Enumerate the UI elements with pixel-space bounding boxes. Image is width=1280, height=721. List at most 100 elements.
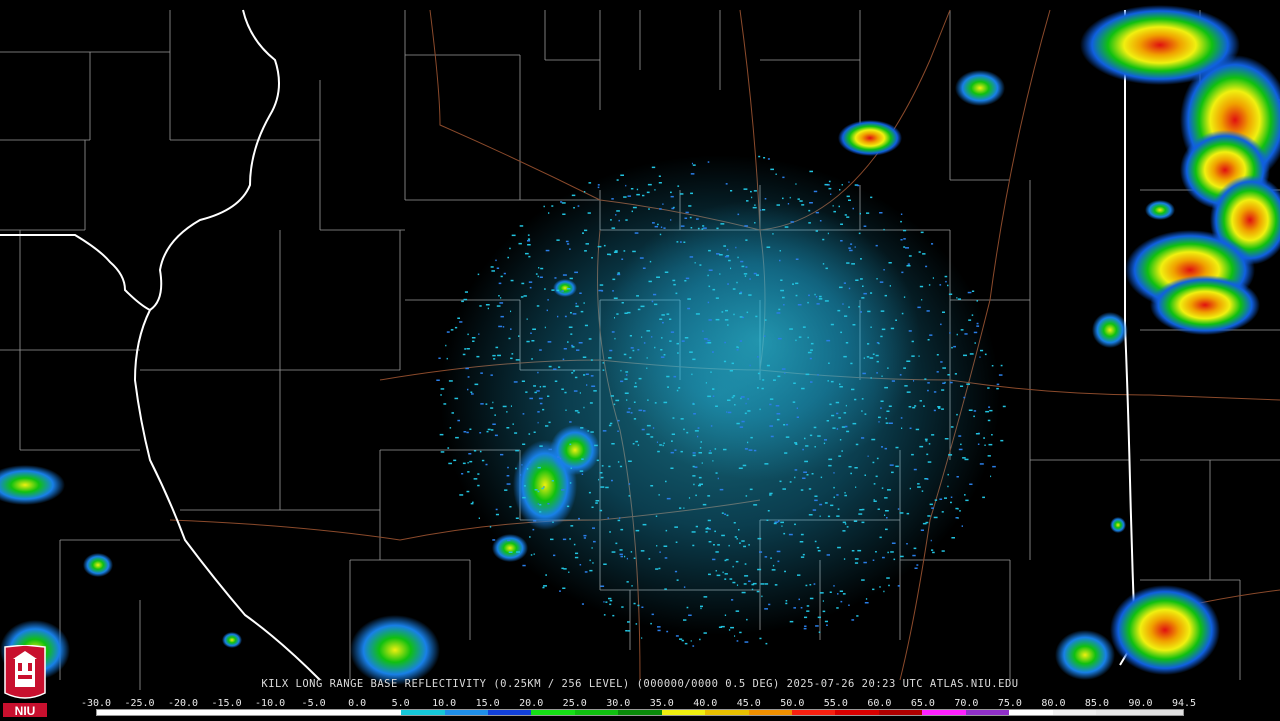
radar-speckle — [578, 342, 583, 344]
legend-tick-label: 75.0 — [997, 698, 1022, 709]
radar-speckle — [579, 292, 582, 294]
radar-speckle — [467, 376, 470, 378]
radar-speckle — [945, 280, 947, 283]
radar-speckle — [490, 266, 494, 268]
radar-speckle — [839, 386, 843, 388]
radar-speckle — [561, 388, 564, 390]
radar-speckle — [675, 541, 678, 543]
radar-speckle — [466, 348, 470, 350]
radar-speckle — [797, 574, 801, 576]
radar-speckle — [789, 620, 794, 623]
radar-speckle — [507, 539, 511, 542]
radar-speckle — [819, 220, 822, 222]
radar-speckle — [642, 523, 647, 526]
legend-tick-label: 25.0 — [562, 698, 587, 709]
radar-speckle — [510, 405, 512, 407]
radar-speckle — [615, 399, 620, 402]
radar-speckle — [450, 329, 454, 331]
radar-speckle — [864, 602, 869, 604]
legend-tick-label: 80.0 — [1041, 698, 1066, 709]
radar-speckle — [730, 267, 732, 270]
radar-speckle — [672, 279, 676, 282]
radar-speckle — [564, 315, 567, 318]
radar-speckle — [809, 202, 813, 204]
radar-speckle — [467, 388, 469, 391]
radar-speckle — [827, 232, 829, 235]
radar-speckle — [479, 432, 482, 434]
radar-speckle — [573, 370, 575, 372]
radar-speckle — [984, 444, 986, 446]
radar-speckle — [715, 405, 718, 407]
radar-speckle — [710, 371, 712, 373]
radar-speckle — [478, 517, 480, 519]
radar-speckle — [619, 517, 621, 519]
radar-speckle — [846, 195, 850, 198]
radar-speckle — [451, 412, 454, 414]
radar-speckle — [727, 399, 731, 401]
radar-speckle — [749, 364, 751, 367]
radar-speckle — [805, 584, 808, 587]
radar-speckle — [728, 544, 730, 547]
radar-speckle — [692, 403, 695, 405]
radar-speckle — [987, 419, 991, 422]
radar-speckle — [810, 349, 813, 351]
radar-speckle — [882, 556, 885, 559]
radar-speckle — [715, 472, 718, 474]
radar-speckle — [707, 495, 711, 497]
radar-speckle — [472, 340, 475, 342]
radar-speckle — [843, 282, 846, 284]
radar-speckle — [745, 495, 748, 497]
radar-speckle — [808, 294, 810, 297]
radar-speckle — [887, 489, 891, 491]
radar-speckle — [624, 378, 628, 380]
radar-speckle — [554, 277, 557, 279]
radar-speckle — [753, 190, 757, 192]
radar-speckle — [960, 385, 964, 387]
radar-speckle — [510, 357, 513, 360]
radar-speckle — [671, 433, 675, 435]
radar-speckle — [537, 421, 539, 424]
radar-speckle — [743, 188, 748, 190]
radar-speckle — [708, 269, 713, 271]
radar-speckle — [454, 326, 458, 329]
colorbar-segment — [270, 710, 315, 715]
radar-speckle — [709, 450, 711, 452]
radar-speckle — [519, 474, 522, 476]
radar-speckle — [872, 353, 875, 355]
radar-speckle — [913, 380, 915, 382]
radar-speckle — [958, 448, 963, 451]
radar-speckle — [826, 339, 831, 342]
radar-speckle — [462, 353, 466, 356]
radar-speckle — [659, 551, 661, 553]
radar-speckle — [632, 250, 636, 253]
radar-speckle — [977, 443, 980, 445]
radar-speckle — [525, 391, 528, 393]
colorbar-segment — [531, 710, 575, 715]
radar-speckle — [963, 396, 966, 399]
radar-speckle — [889, 285, 891, 287]
radar-speckle — [725, 558, 729, 561]
radar-speckle — [794, 469, 798, 471]
radar-speckle — [950, 501, 952, 504]
radar-speckle — [932, 277, 934, 279]
radar-speckle — [964, 494, 966, 496]
radar-speckle — [571, 372, 574, 374]
radar-speckle — [745, 402, 747, 405]
radar-speckle — [685, 211, 689, 214]
radar-speckle — [804, 616, 808, 619]
radar-speckle — [702, 330, 704, 332]
radar-speckle — [973, 331, 978, 334]
radar-speckle — [782, 176, 785, 179]
radar-speckle — [723, 448, 727, 451]
radar-speckle — [537, 490, 540, 493]
radar-speckle — [477, 484, 480, 487]
radar-speckle — [467, 471, 470, 473]
radar-speckle — [829, 591, 832, 593]
radar-speckle — [571, 344, 574, 347]
radar-speckle — [908, 255, 912, 257]
radar-speckle — [808, 222, 811, 224]
radar-speckle — [784, 372, 786, 374]
colorbar-segment — [401, 710, 445, 715]
radar-speckle — [808, 209, 811, 212]
radar-speckle — [870, 377, 872, 379]
